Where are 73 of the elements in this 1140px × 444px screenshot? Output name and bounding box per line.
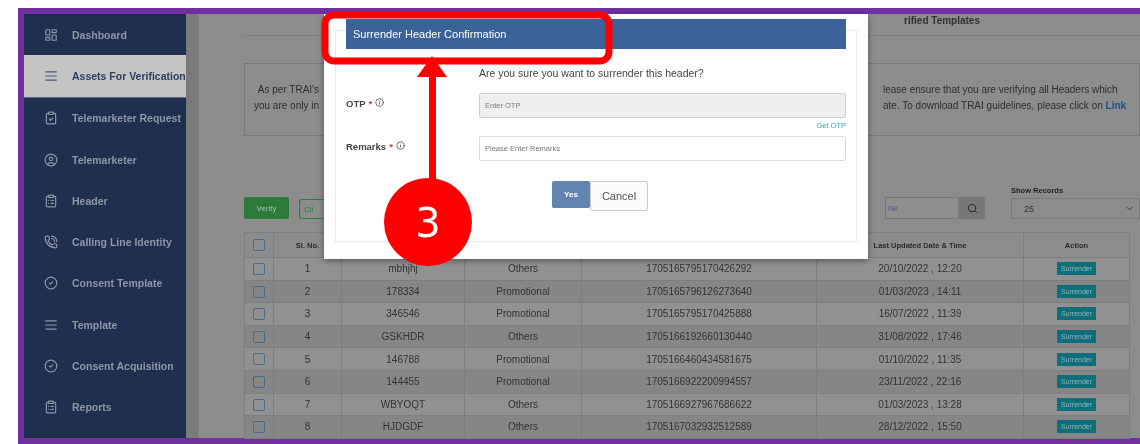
modal-title: Surrender Header Confirmation (346, 19, 846, 49)
info-icon[interactable] (375, 98, 385, 107)
table-cell: 01/03/2023 , 14:11 (816, 280, 1024, 303)
search-icon (966, 202, 978, 214)
table-cell: 1705166922200994557 (581, 370, 817, 394)
checkbox[interactable] (253, 353, 265, 366)
scrollbar[interactable] (186, 14, 198, 438)
sidebar-item[interactable]: Consent Template (24, 262, 186, 305)
info-icon[interactable] (395, 141, 405, 150)
required-mark: * (368, 98, 373, 109)
required-mark: * (389, 141, 393, 152)
sidebar-item[interactable]: Template (24, 304, 186, 346)
menu-icon (44, 27, 58, 42)
tab[interactable]: rified Templates (904, 14, 980, 27)
table-cell: Others (464, 393, 582, 416)
checkbox[interactable] (253, 308, 265, 321)
table-cell: 28/12/2022 , 15:50 (816, 415, 1024, 439)
table-cell: 01/03/2023 , 13:28 (816, 393, 1024, 416)
table-cell: 1705165796126273640 (581, 280, 817, 303)
checkbox[interactable] (253, 285, 265, 298)
field-label: Remarks (346, 141, 387, 152)
info-text: ate. To download TRAI guidelines, please click on Link (883, 100, 1127, 111)
menu-icon (44, 359, 58, 373)
table-cell: 20/10/2022 , 12:20 (816, 257, 1024, 281)
sidebar-item[interactable]: Consent Acquisition (24, 345, 186, 387)
yes-button[interactable]: Yes (552, 181, 590, 208)
table-cell: Promotional (464, 280, 582, 303)
sidebar-item[interactable]: Telemarketer Request (24, 97, 186, 139)
table-cell: WBYOQT (341, 393, 465, 416)
table-cell: 1705166460434581675 (581, 347, 817, 371)
info-text: lease ensure that you are verifying all Headers which (883, 84, 1118, 95)
table-cell: Others (464, 325, 582, 348)
records-select[interactable]: 25 (1011, 198, 1140, 219)
checkbox[interactable] (253, 421, 265, 434)
cancel-button[interactable]: Cancel (590, 181, 648, 211)
info-text: As per TRAI's (257, 84, 319, 95)
menu-icon (44, 193, 58, 208)
menu-icon (44, 400, 58, 415)
checkbox[interactable] (253, 398, 265, 411)
table-cell: 1705165795170425888 (581, 302, 817, 326)
menu-icon (44, 317, 58, 332)
step-number: 3 (415, 200, 441, 246)
menu-icon (44, 235, 58, 250)
search-button[interactable] (959, 197, 985, 219)
menu-icon (44, 152, 58, 167)
table-cell: 1705166192660130440 (581, 325, 817, 348)
checkbox[interactable] (253, 375, 265, 388)
table-cell: 16/07/2022 , 11:39 (816, 302, 1024, 326)
table-cell: 1705166927967686622 (581, 393, 817, 416)
info-text: you are only in (253, 100, 319, 111)
menu-icon (44, 68, 58, 83)
sidebar-item[interactable]: Assets For Verification (24, 55, 186, 98)
menu-icon (44, 111, 58, 126)
confirmation-text: Are you sure you want to surrender this header? (479, 67, 705, 79)
table-cell: 01/10/2022 , 11:35 (816, 347, 1024, 371)
table-cell: 1705165795170426292 (581, 257, 817, 281)
hint-bubble: Cli (299, 199, 323, 219)
checkbox[interactable] (253, 262, 265, 275)
menu-icon (44, 276, 58, 291)
table-cell: 178334 (341, 280, 465, 303)
sidebar-item[interactable]: Dashboard (24, 14, 186, 56)
checkbox[interactable] (253, 330, 265, 343)
field-label: OTP (346, 98, 366, 109)
sidebar-item[interactable]: Calling Line Identity (24, 221, 186, 263)
table-cell: 23/11/2022 , 22:16 (816, 370, 1024, 394)
table-cell: GSKHDR (341, 325, 465, 348)
table-cell: 1705167032932512589 (581, 415, 817, 439)
verify-button[interactable]: Verify (244, 197, 289, 219)
sidebar-item[interactable]: Header (24, 180, 186, 222)
checkbox[interactable] (253, 239, 265, 251)
table-cell: 31/08/2022 , 17:46 (816, 325, 1024, 348)
sidebar-item[interactable]: Telemarketer (24, 138, 186, 181)
sidebar-item[interactable]: Reports (24, 386, 186, 428)
